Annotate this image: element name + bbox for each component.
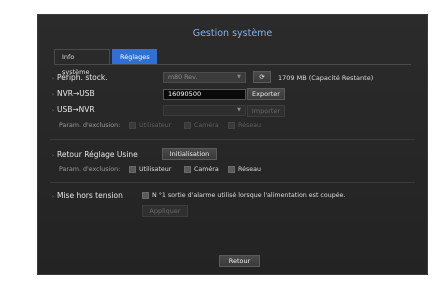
bullet-icon: › [52,194,54,200]
exclude-camera-checkbox[interactable]: Caméra [184,122,219,129]
initialization-button[interactable]: Initialisation [162,148,217,160]
checkbox-box [129,122,136,129]
export-button[interactable]: Exporter [247,88,285,100]
bullet-icon: › [52,92,54,98]
checkbox-box [129,166,136,173]
usb-to-nvr-row: › USB→NVR [52,105,95,114]
power-off-row: › Mise hors tension [52,191,123,200]
exclusion-label: Param. d'exclusion: [59,166,121,173]
checkbox-label: Utilisateur [139,122,172,129]
refresh-button[interactable]: ⟳ [253,71,271,83]
storage-device-row: › Périph. stock. [52,73,108,82]
power-off-label: Mise hors tension [57,191,123,200]
checkbox-label: Caméra [194,166,219,173]
refresh-icon: ⟳ [259,73,265,81]
bullet-icon: › [52,153,54,159]
checkbox-box [228,122,235,129]
chevron-down-icon: ▼ [237,107,241,113]
tab-bar: Info système Réglages [54,49,411,76]
chevron-down-icon: ▼ [237,74,241,80]
factory-reset-row: › Retour Réglage Usine [52,150,138,159]
storage-device-dropdown[interactable]: m80 Rev. ▼ [163,72,246,83]
storage-device-value: m80 Rev. [168,74,198,81]
divider [50,139,415,140]
export-filename-input[interactable]: 16090500 [163,89,246,100]
exclude-network-checkbox[interactable]: Réseau [228,166,261,173]
exclusion-label: Param. d'exclusion: [59,122,121,129]
system-management-dialog: Gestion système Info système Réglages › P… [37,14,428,275]
bullet-icon: › [52,108,54,114]
nvr-to-usb-row: › NVR→USB [52,89,95,98]
alarm-output-label: N °1 sortie d'alarme utilisé lorsque l'a… [152,192,346,199]
factory-reset-label: Retour Réglage Usine [57,150,138,159]
checkbox-box [142,192,149,199]
tab-settings[interactable]: Réglages [112,49,157,64]
nvr-to-usb-label: NVR→USB [57,89,95,98]
apply-button[interactable]: Appliquer [142,205,188,217]
alarm-output-checkbox[interactable]: N °1 sortie d'alarme utilisé lorsque l'a… [142,192,345,199]
exclude-user-checkbox[interactable]: Utilisateur [129,166,171,173]
storage-capacity: 1709 MB (Capacité Restante) [278,74,374,82]
usb-to-nvr-label: USB→NVR [57,105,95,114]
checkbox-label: Caméra [194,122,219,129]
import-file-dropdown[interactable]: ▼ [163,105,246,116]
checkbox-label: Réseau [238,122,261,129]
divider [50,182,415,183]
checkbox-box [184,122,191,129]
exclude-network-checkbox[interactable]: Réseau [228,122,261,129]
checkbox-label: Utilisateur [139,166,172,173]
dialog-title: Gestion système [192,28,273,39]
storage-device-label: Périph. stock. [57,73,108,82]
tab-system-info[interactable]: Info système [54,49,110,76]
checkbox-box [184,166,191,173]
checkbox-label: Réseau [238,166,261,173]
exclude-camera-checkbox[interactable]: Caméra [184,166,219,173]
import-button[interactable]: Importer [247,105,285,117]
exclude-user-checkbox[interactable]: Utilisateur [129,122,171,129]
checkbox-box [228,166,235,173]
bullet-icon: › [52,76,54,82]
back-button[interactable]: Retour [219,255,260,267]
